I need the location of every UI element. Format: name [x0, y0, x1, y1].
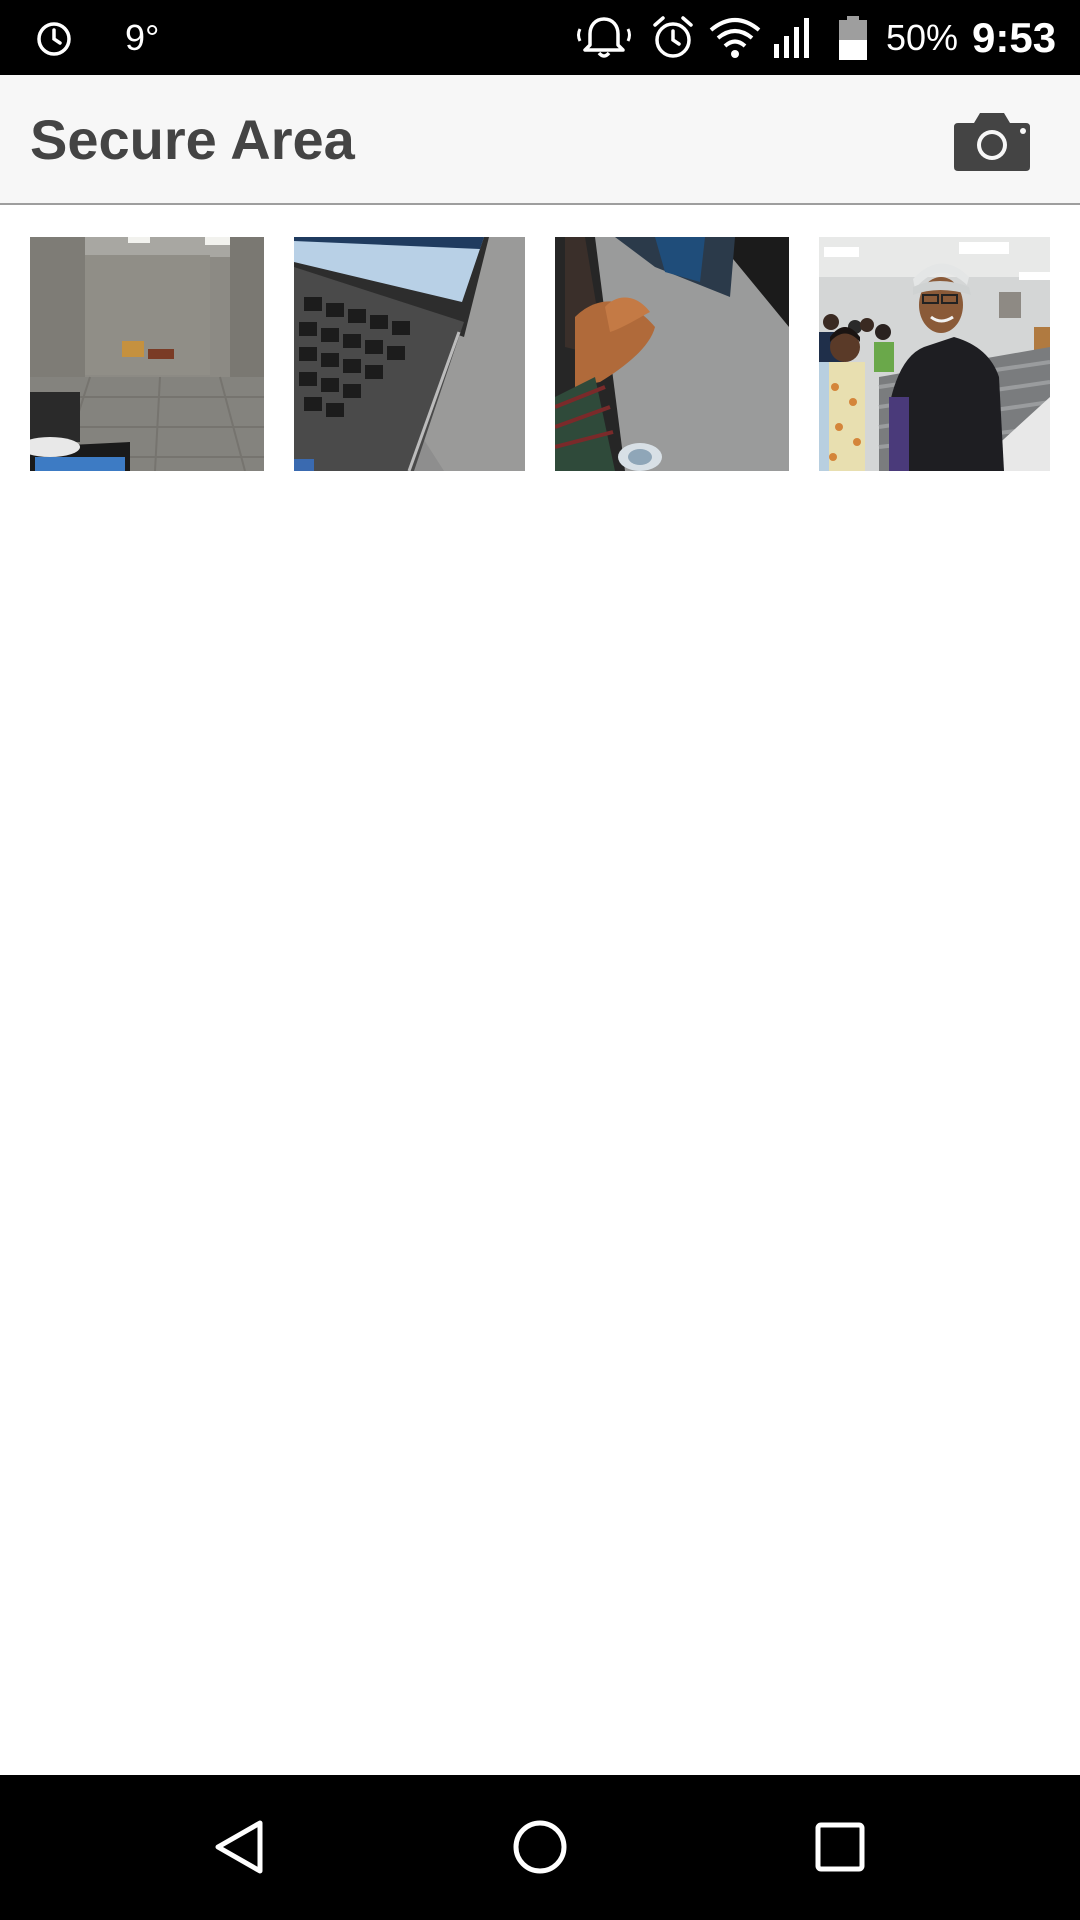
- navigation-bar: [0, 1775, 1080, 1920]
- bell-icon: [575, 0, 633, 75]
- camera-icon: [954, 113, 1030, 171]
- signal-icon: [772, 0, 812, 75]
- alarm-clock-icon: [650, 0, 696, 75]
- page-title: Secure Area: [30, 108, 355, 171]
- app-bar: Secure Area: [0, 75, 1080, 205]
- back-button[interactable]: [190, 1797, 290, 1897]
- status-bar: 9° 50% 9:53: [0, 0, 1080, 75]
- photo-laptop-keyboard[interactable]: [294, 237, 525, 471]
- camera-button[interactable]: [950, 105, 1034, 177]
- battery-icon: [838, 0, 868, 75]
- battery-percent-text: 50%: [886, 16, 959, 58]
- recents-icon: [815, 1822, 865, 1872]
- home-button[interactable]: [490, 1797, 590, 1897]
- clock-time: 9:53: [972, 13, 1057, 61]
- photo-hand-on-desk[interactable]: [555, 237, 789, 471]
- photo-empty-room[interactable]: [30, 237, 264, 471]
- alarm-icon: [34, 0, 74, 75]
- temperature-text: 9°: [125, 16, 160, 58]
- photo-people-classroom[interactable]: [819, 237, 1050, 471]
- wifi-icon: [708, 0, 762, 75]
- back-icon: [215, 1820, 263, 1874]
- recents-button[interactable]: [790, 1797, 890, 1897]
- home-icon: [513, 1820, 567, 1874]
